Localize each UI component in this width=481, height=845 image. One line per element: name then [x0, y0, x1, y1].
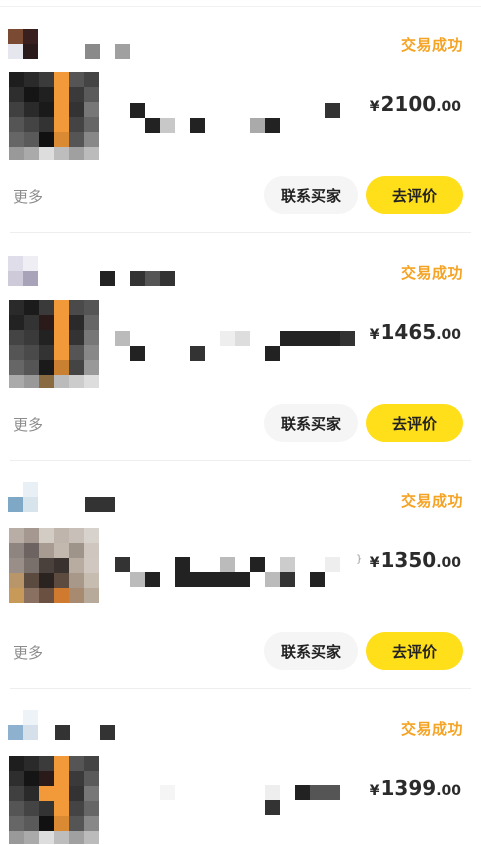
order-card[interactable]: 交易成功 ¥1399.00 — [0, 684, 481, 845]
order-status: 交易成功 — [400, 36, 463, 54]
review-button[interactable]: 去评价 — [366, 632, 463, 670]
product-thumbnail[interactable] — [9, 300, 99, 388]
contact-buyer-button[interactable]: 联系买家 — [264, 632, 358, 670]
order-price: ¥1399.00 — [369, 776, 461, 800]
order-card[interactable]: 交易成功 } ¥1350.00 更多 联系买家 去评价 — [0, 456, 481, 689]
more-link[interactable]: 更多 — [13, 642, 43, 663]
order-card[interactable]: 交易成功 ¥1465.00 更多 联系买家 去评价 — [0, 228, 481, 461]
order-price: ¥1350.00 — [369, 548, 461, 572]
order-status: 交易成功 — [400, 264, 463, 282]
order-status: 交易成功 — [400, 720, 463, 738]
order-price: ¥1465.00 — [369, 320, 461, 344]
review-button[interactable]: 去评价 — [366, 404, 463, 442]
product-thumbnail[interactable] — [9, 756, 99, 844]
review-button[interactable]: 去评价 — [366, 176, 463, 214]
order-card[interactable]: 交易成功 ¥2100.00 更多 联系买家 去评价 — [0, 0, 481, 233]
more-link[interactable]: 更多 — [13, 414, 43, 435]
product-thumbnail[interactable] — [9, 528, 99, 616]
product-thumbnail[interactable] — [9, 72, 99, 160]
title-overflow-mark: } — [356, 554, 363, 565]
contact-buyer-button[interactable]: 联系买家 — [264, 404, 358, 442]
order-status: 交易成功 — [400, 492, 463, 510]
more-link[interactable]: 更多 — [13, 186, 43, 207]
order-price: ¥2100.00 — [369, 92, 461, 116]
contact-buyer-button[interactable]: 联系买家 — [264, 176, 358, 214]
